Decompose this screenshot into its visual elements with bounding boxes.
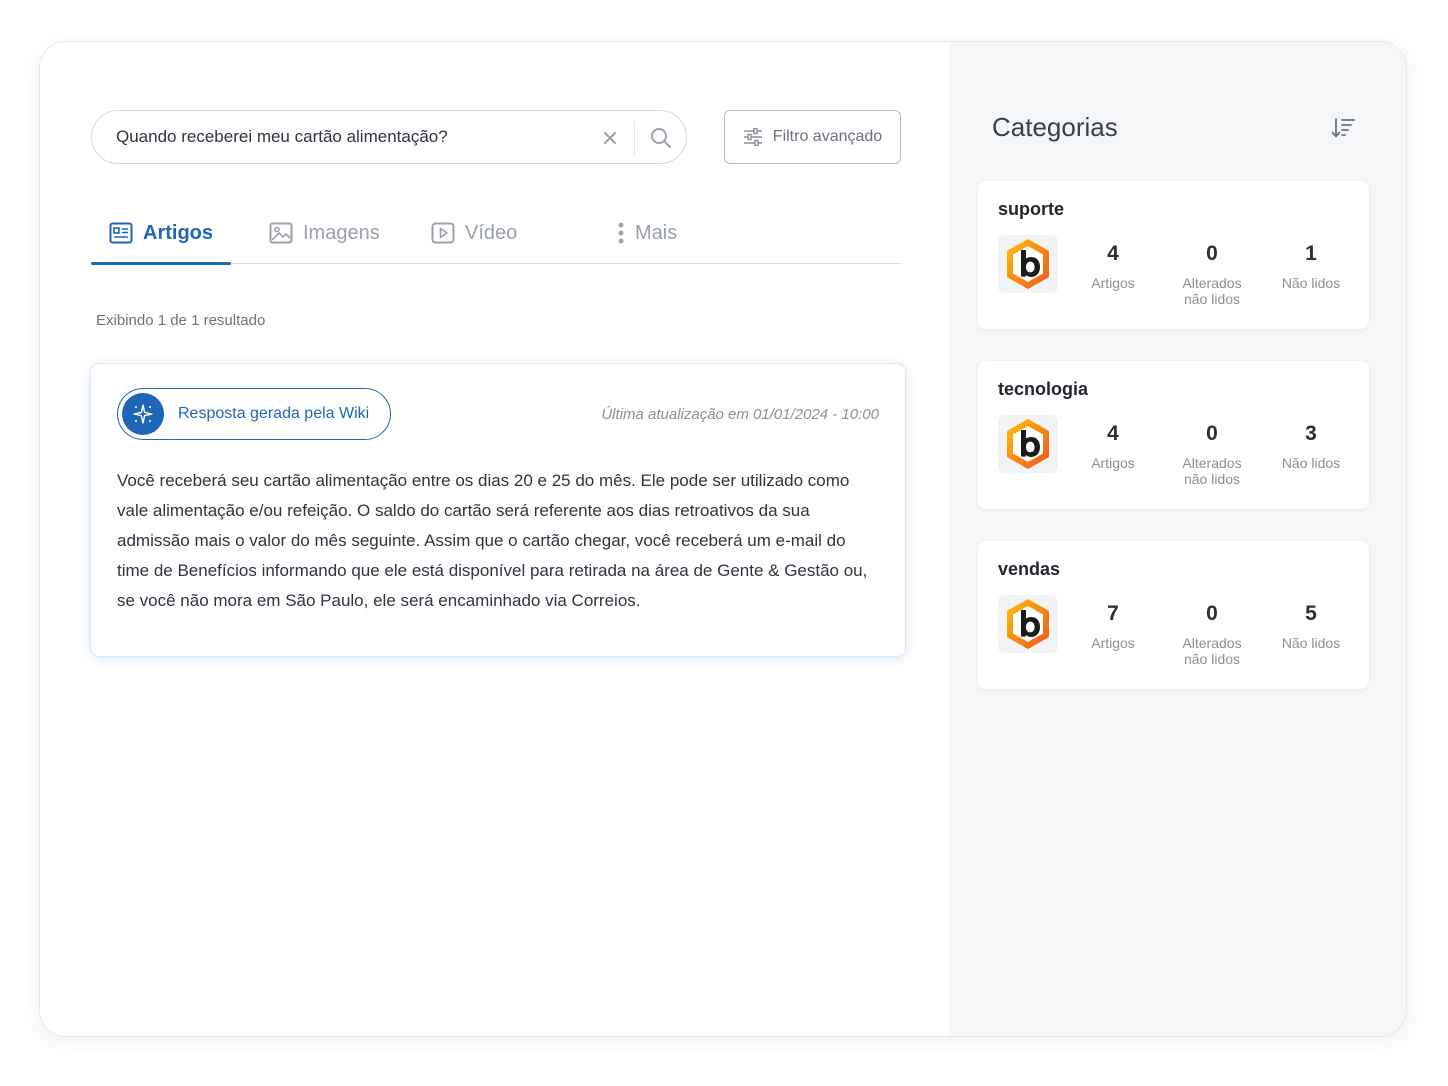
- stat-label: Artigos: [1091, 275, 1135, 291]
- main-panel: Filtro avançado Artigos Imagens: [40, 42, 949, 1036]
- categories-sidebar: Categorias suporte 4 Artigos 0 Alterados…: [949, 42, 1406, 1036]
- stat-value: 0: [1206, 422, 1218, 445]
- stat-label: Não lidos: [1281, 635, 1341, 651]
- tab-mais[interactable]: Mais: [599, 202, 695, 264]
- stat-label: Artigos: [1091, 635, 1135, 651]
- article-icon: [109, 222, 133, 244]
- sparkle-icon: [122, 393, 164, 435]
- stat-label: Alterados não lidos: [1182, 635, 1242, 667]
- advanced-filter-label: Filtro avançado: [772, 128, 883, 145]
- stat-value: 1: [1305, 242, 1317, 265]
- advanced-filter-button[interactable]: Filtro avançado: [724, 110, 901, 164]
- ai-answer-badge[interactable]: Resposta gerada pela Wiki: [117, 388, 391, 440]
- app-window: Filtro avançado Artigos Imagens: [40, 42, 1406, 1036]
- tab-video[interactable]: Vídeo: [413, 202, 535, 264]
- tab-artigos[interactable]: Artigos: [91, 202, 231, 265]
- stat-label: Não lidos: [1281, 455, 1341, 471]
- logo-icon: [1007, 239, 1049, 289]
- close-icon: [604, 132, 616, 144]
- sort-button[interactable]: [1329, 114, 1357, 142]
- brand-logo: [998, 235, 1058, 293]
- search-button[interactable]: [646, 124, 676, 152]
- result-tabs: Artigos Imagens Vídeo Mais: [91, 202, 901, 265]
- stat-artigos: 7 Artigos: [1063, 601, 1163, 651]
- category-card-suporte[interactable]: suporte 4 Artigos 0 Alterados não lidos: [978, 181, 1369, 329]
- category-card-tecnologia[interactable]: tecnologia 4 Artigos 0 Alterados não lid…: [978, 361, 1369, 509]
- stat-value: 7: [1107, 602, 1119, 625]
- stat-artigos: 4 Artigos: [1063, 241, 1163, 291]
- ai-answer-badge-label: Resposta gerada pela Wiki: [178, 405, 370, 422]
- category-name: vendas: [998, 559, 1061, 579]
- tab-label: Imagens: [303, 221, 380, 244]
- more-vertical-icon: [618, 222, 624, 244]
- brand-logo: [998, 595, 1058, 653]
- stat-label: Não lidos: [1281, 275, 1341, 291]
- stat-alterados: 0 Alterados não lidos: [1162, 421, 1262, 487]
- stat-nao-lidos: 1 Não lidos: [1261, 241, 1361, 291]
- stat-label: Alterados não lidos: [1182, 275, 1242, 307]
- category-card-vendas[interactable]: vendas 7 Artigos 0 Alterados não lidos 5…: [978, 541, 1369, 689]
- logo-icon: [1007, 419, 1049, 469]
- video-icon: [431, 222, 455, 244]
- stat-nao-lidos: 3 Não lidos: [1261, 421, 1361, 471]
- ai-answer-card: Resposta gerada pela Wiki Última atualiz…: [91, 364, 905, 656]
- tab-label: Vídeo: [465, 221, 518, 244]
- tab-label: Mais: [635, 221, 678, 244]
- stat-artigos: 4 Artigos: [1063, 421, 1163, 471]
- stat-nao-lidos: 5 Não lidos: [1261, 601, 1361, 651]
- search-bar: [91, 110, 687, 164]
- answer-text: Você receberá seu cartão alimentação ent…: [117, 471, 868, 610]
- category-name: tecnologia: [998, 379, 1089, 399]
- stat-alterados: 0 Alterados não lidos: [1162, 241, 1262, 307]
- stat-value: 3: [1305, 422, 1317, 445]
- stat-label: Artigos: [1091, 455, 1135, 471]
- image-icon: [269, 222, 293, 244]
- brand-logo: [998, 415, 1058, 473]
- logo-icon: [1007, 599, 1049, 649]
- result-count: Exibindo 1 de 1 resultado: [96, 312, 266, 329]
- search-divider: [634, 121, 635, 155]
- stat-alterados: 0 Alterados não lidos: [1162, 601, 1262, 667]
- stat-value: 4: [1107, 422, 1119, 445]
- stat-value: 5: [1305, 602, 1317, 625]
- last-updated: Última atualização em 01/01/2024 - 10:00: [601, 406, 879, 423]
- category-name: suporte: [998, 199, 1065, 219]
- stat-value: 0: [1206, 602, 1218, 625]
- tab-label: Artigos: [143, 221, 213, 244]
- search-icon: [651, 128, 671, 148]
- sidebar-title: Categorias: [992, 112, 1118, 142]
- stat-value: 4: [1107, 242, 1119, 265]
- stat-label: Alterados não lidos: [1182, 455, 1242, 487]
- sliders-icon: [743, 128, 762, 146]
- tab-imagens[interactable]: Imagens: [251, 202, 398, 264]
- search-input[interactable]: [116, 111, 586, 163]
- sort-icon: [1331, 118, 1355, 138]
- clear-search-button[interactable]: [598, 126, 622, 150]
- stat-value: 0: [1206, 242, 1218, 265]
